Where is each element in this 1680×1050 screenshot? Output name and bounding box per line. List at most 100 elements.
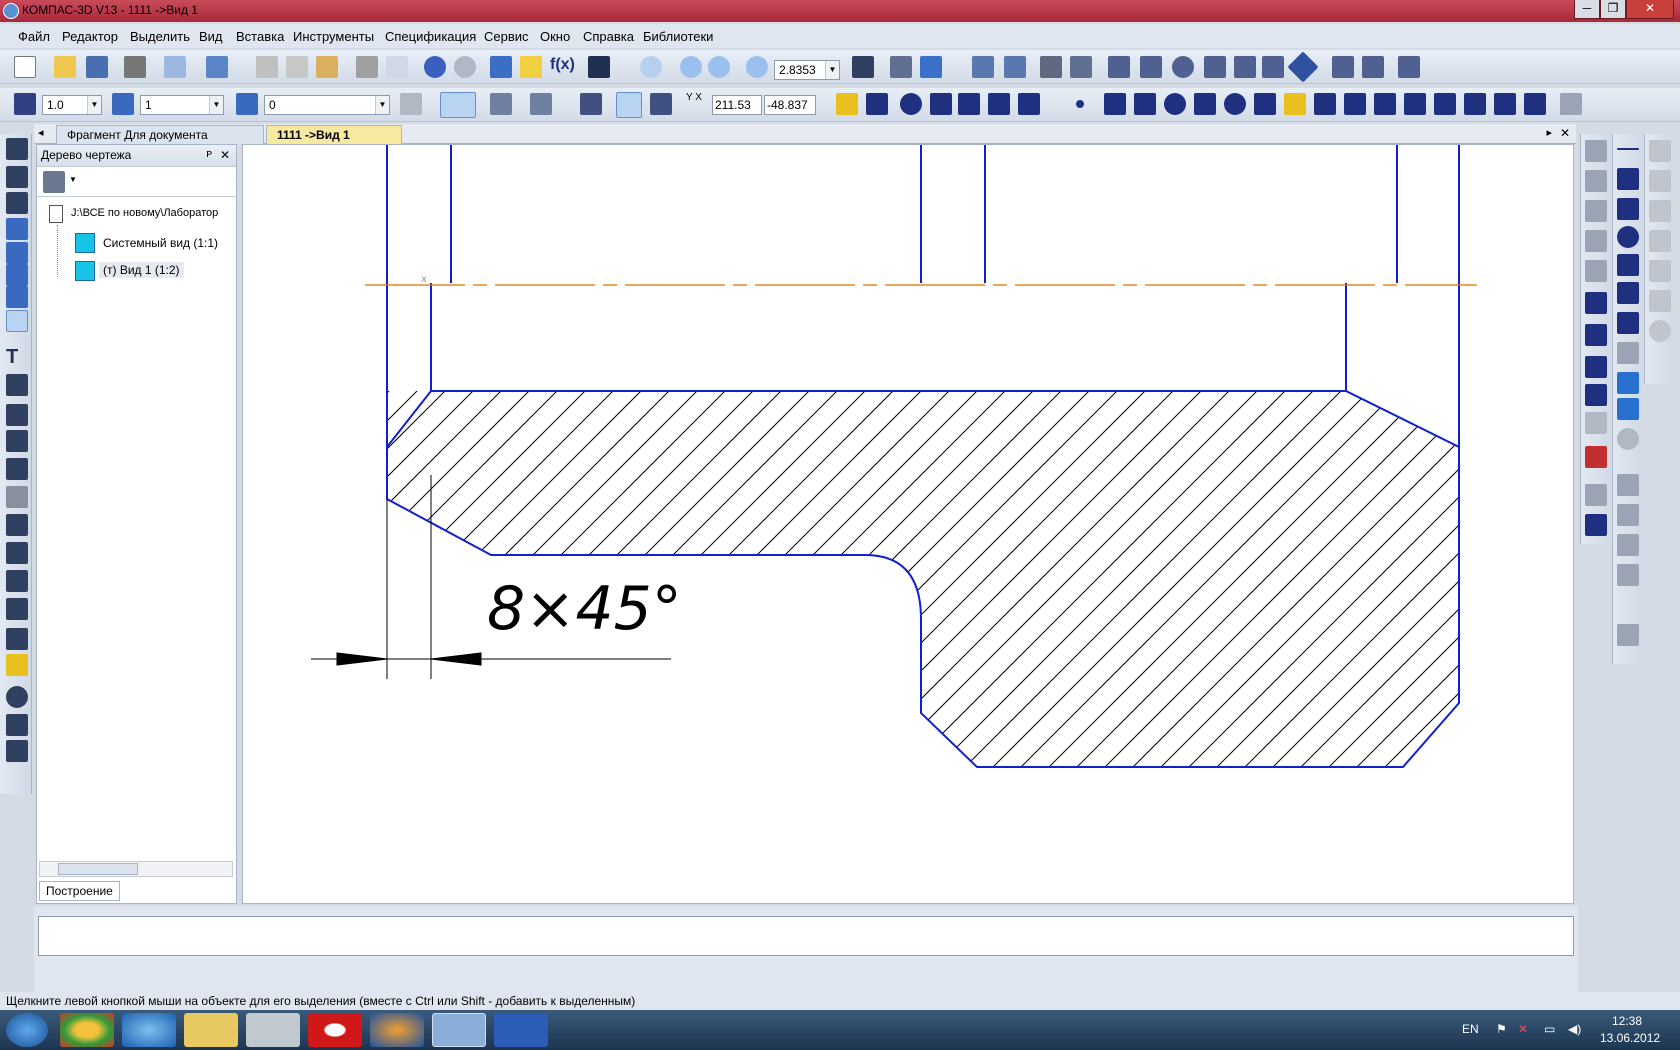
flag-icon[interactable]: ⚑ — [1496, 1022, 1507, 1036]
menu-view[interactable]: Вид — [199, 29, 223, 44]
start-button-icon[interactable] — [6, 1013, 48, 1047]
tool-t6-icon[interactable] — [1649, 290, 1671, 312]
auxiliary-line-icon[interactable] — [1104, 93, 1126, 115]
layer-combo[interactable]: 0 ▼ — [264, 95, 390, 115]
tool-r8-icon[interactable] — [1585, 356, 1607, 378]
dimension-text[interactable]: 8×45° — [487, 574, 682, 644]
coord-y-field[interactable]: -48.837 — [764, 95, 816, 115]
open-icon[interactable] — [54, 56, 76, 78]
tool-s7-icon[interactable] — [1617, 312, 1639, 334]
break-line-icon[interactable] — [6, 714, 28, 736]
diameter-dim-icon[interactable] — [900, 93, 922, 115]
measure-icon[interactable] — [1108, 56, 1130, 78]
manager-icon[interactable] — [490, 56, 512, 78]
menu-insert[interactable]: Вставка — [236, 29, 284, 44]
arc-icon[interactable] — [1194, 93, 1216, 115]
circle-tool-icon[interactable] — [1172, 56, 1194, 78]
ellipse-icon[interactable] — [1224, 93, 1246, 115]
tab-close-icon[interactable]: ✕ — [1560, 126, 1570, 140]
cut-line-icon[interactable] — [6, 542, 28, 564]
help-pointer-icon[interactable] — [588, 56, 610, 78]
maximize-button[interactable]: ❐ — [1600, 0, 1626, 19]
macro-icon[interactable] — [1332, 56, 1354, 78]
angle-snap-icon[interactable] — [490, 93, 512, 115]
tree-root-path[interactable]: J:\ВСЕ по новому\Лаборатор — [71, 207, 235, 219]
save-icon[interactable] — [86, 56, 108, 78]
tool-r4-icon[interactable] — [1585, 230, 1607, 252]
properties-state-icon[interactable] — [400, 93, 422, 115]
tool-r13-icon[interactable] — [1585, 514, 1607, 536]
fillet-icon[interactable] — [1404, 93, 1426, 115]
pan-icon[interactable] — [852, 56, 874, 78]
tool-s8-icon[interactable] — [1617, 342, 1639, 364]
language-indicator[interactable]: EN — [1462, 1022, 1479, 1036]
tolerance-icon[interactable] — [6, 514, 28, 536]
zoom-window-icon[interactable] — [640, 56, 662, 78]
copy-icon[interactable] — [286, 56, 308, 78]
tab-view1[interactable]: 1111 ->Вид 1 — [266, 125, 402, 144]
local-cs-2-icon[interactable] — [580, 93, 602, 115]
settings-icon[interactable] — [1398, 56, 1420, 78]
tool-s6-icon[interactable] — [1617, 282, 1639, 304]
tree-item-system-view[interactable]: Системный вид (1:1) — [103, 236, 218, 250]
minimize-button[interactable]: ─ — [1574, 0, 1600, 19]
menu-edit[interactable]: Редактор — [62, 29, 118, 44]
diamond-icon[interactable] — [1287, 51, 1319, 83]
geometry-icon[interactable] — [6, 138, 28, 160]
tool-s13-icon[interactable] — [1617, 504, 1639, 526]
tool-s14-icon[interactable] — [1617, 534, 1639, 556]
properties-icon[interactable] — [386, 56, 408, 78]
edit-icon[interactable] — [6, 192, 28, 214]
tab-scroll-left-icon[interactable]: ◂ — [38, 126, 44, 139]
paste-icon[interactable] — [316, 56, 338, 78]
tool-s15-icon[interactable] — [1617, 564, 1639, 586]
tool-s16-icon[interactable] — [1617, 624, 1639, 646]
ortho-mode-icon[interactable] — [616, 92, 642, 118]
word-icon[interactable] — [494, 1013, 548, 1047]
axis-line-icon[interactable] — [6, 628, 28, 650]
tool-r1-icon[interactable] — [1585, 140, 1607, 162]
tool-r6-icon[interactable] — [1585, 292, 1607, 314]
clock-time[interactable]: 12:38 — [1612, 1014, 1642, 1028]
tool-r10-icon[interactable] — [1585, 412, 1607, 434]
pin-icon[interactable]: ᴘ — [206, 148, 212, 160]
tool-r9-icon[interactable] — [1585, 384, 1607, 406]
cut-icon[interactable] — [256, 56, 278, 78]
close-button[interactable]: ✕ — [1626, 0, 1674, 19]
zoom-out-icon[interactable] — [708, 56, 730, 78]
comment-icon[interactable] — [1140, 56, 1162, 78]
variables-icon[interactable] — [520, 56, 542, 78]
clock-date[interactable]: 13.06.2012 — [1600, 1031, 1660, 1045]
parameterization-icon[interactable] — [6, 218, 28, 240]
tool-r12-icon[interactable] — [1585, 484, 1607, 506]
tool-s9-icon[interactable] — [1617, 372, 1639, 394]
tool-t2-icon[interactable] — [1649, 170, 1671, 192]
collapse-icon[interactable] — [1560, 93, 1582, 115]
spec-icon[interactable] — [6, 310, 28, 332]
tool-t4-icon[interactable] — [1649, 230, 1671, 252]
dimensions-icon[interactable] — [6, 166, 28, 188]
ortho-icon[interactable] — [1004, 56, 1026, 78]
spline-icon[interactable] — [1254, 93, 1276, 115]
tab-fragment[interactable]: Фрагмент Для документа — [56, 125, 264, 144]
chamfer-icon[interactable] — [1374, 93, 1396, 115]
table-icon[interactable] — [6, 374, 28, 396]
polygon-icon[interactable] — [1434, 93, 1456, 115]
menu-help[interactable]: Справка — [583, 29, 634, 44]
center-mark-icon[interactable] — [6, 686, 28, 708]
preview-icon[interactable] — [164, 56, 186, 78]
view-combo[interactable]: 1 ▼ — [140, 95, 224, 115]
export-icon[interactable] — [206, 56, 228, 78]
refresh-icon[interactable] — [920, 56, 942, 78]
roughness-icon[interactable] — [6, 404, 28, 426]
show-all-icon[interactable] — [890, 56, 912, 78]
menu-window[interactable]: Окно — [540, 29, 570, 44]
zoom-scale-icon[interactable] — [746, 56, 768, 78]
tab-construction[interactable]: Построение — [39, 881, 120, 901]
tool-t7-icon[interactable] — [1649, 320, 1671, 342]
line-width-combo[interactable]: 1.0 ▼ — [42, 95, 102, 115]
properties-panel[interactable] — [38, 916, 1574, 956]
view-arrow-icon[interactable] — [6, 570, 28, 592]
chrome-icon[interactable] — [60, 1013, 114, 1047]
circle-icon[interactable] — [1164, 93, 1186, 115]
